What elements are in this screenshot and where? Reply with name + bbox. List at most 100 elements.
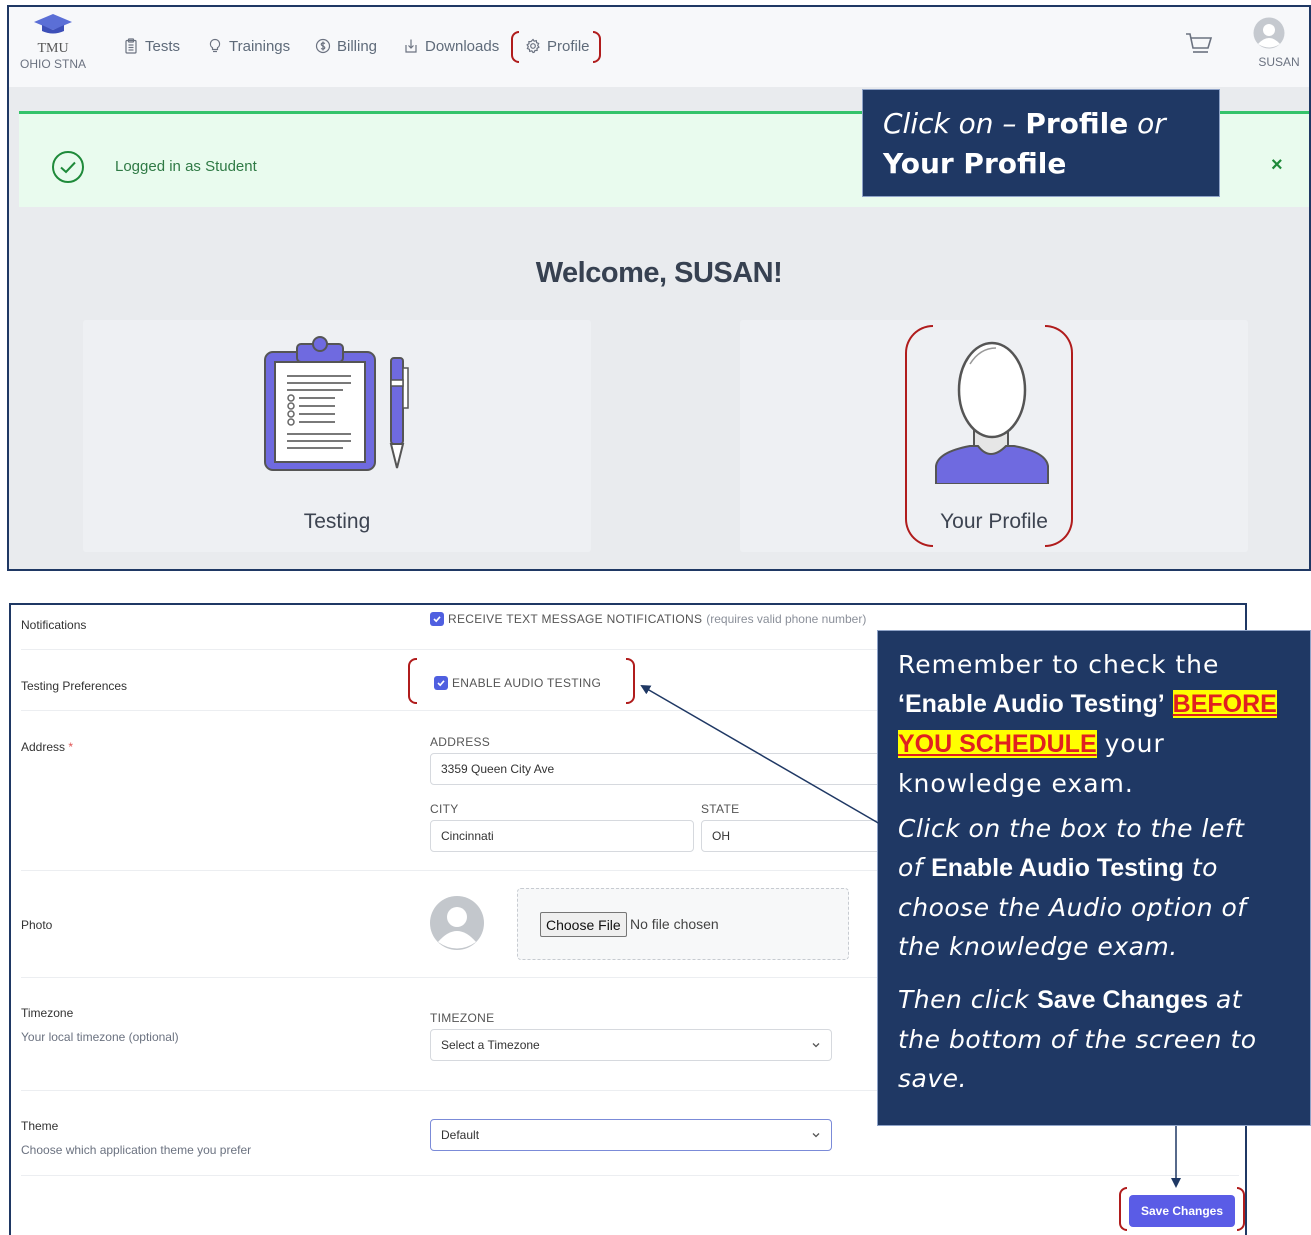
theme-sublabel: Choose which application theme you prefe…: [21, 1143, 252, 1157]
nav-tests-label: Tests: [145, 37, 181, 55]
callout-text: your: [1104, 729, 1165, 758]
save-button[interactable]: Save Changes: [1129, 1195, 1235, 1227]
annotation-bracket-left: [905, 325, 933, 547]
your-profile-card[interactable]: Your Profile: [740, 320, 1248, 552]
photo-dropzone[interactable]: Choose File No file chosen: [517, 888, 849, 960]
annotation-bracket-left: [408, 658, 417, 704]
timezone-caption: TIMEZONE: [430, 1011, 495, 1025]
instruction-callout-profile: Click on – Profile or Your Profile: [862, 89, 1220, 197]
avatar[interactable]: [1253, 17, 1285, 49]
callout-highlight: YOU SCHEDULE: [898, 730, 1097, 758]
annotation-bracket-right: [593, 31, 601, 63]
notifications-label: Notifications: [21, 618, 87, 632]
callout-text: Enable Audio Testing: [931, 854, 1184, 882]
download-icon: [405, 39, 417, 53]
nav-downloads-label: Downloads: [425, 37, 500, 55]
welcome-heading: Welcome, SUSAN!: [535, 257, 783, 289]
notifications-checkbox-row: RECEIVE TEXT MESSAGE NOTIFICATIONS (requ…: [430, 612, 866, 626]
graduation-cap-icon: [34, 14, 72, 34]
check-icon: [437, 680, 445, 687]
user-name[interactable]: SUSAN: [1249, 55, 1309, 69]
nav-billing-label: Billing: [337, 37, 378, 55]
annotation-bracket-right: [1045, 325, 1073, 547]
card-label: Your Profile: [940, 510, 1048, 533]
annotation-bracket-left: [511, 31, 519, 63]
checkbox-hint: (requires valid phone number): [706, 612, 867, 626]
person-illustration: [935, 341, 1049, 484]
annotation-bracket-right: [1237, 1187, 1245, 1231]
annotation-bracket-right: [626, 658, 635, 704]
nav-downloads[interactable]: Downloads: [403, 35, 499, 57]
callout-text: knowledge exam.: [898, 769, 1134, 798]
testing-card[interactable]: Testing: [83, 320, 591, 552]
testing-preferences-label: Testing Preferences: [21, 679, 128, 693]
logo[interactable]: TMU OHIO STNA: [17, 13, 89, 83]
state-value: OH: [712, 829, 730, 843]
callout-text: to: [1191, 853, 1218, 882]
city-input[interactable]: Cincinnati: [430, 820, 694, 852]
address-label: Address *: [21, 740, 73, 754]
nav-trainings[interactable]: Trainings: [207, 35, 290, 57]
theme-value: Default: [441, 1128, 480, 1142]
photo-avatar: [430, 896, 484, 950]
timezone-label: Timezone: [21, 1006, 74, 1020]
logo-subtext: OHIO STNA: [19, 57, 86, 71]
address-caption: ADDRESS: [430, 735, 491, 749]
photo-label: Photo: [21, 918, 53, 932]
clipboard-pen-illustration: [264, 336, 409, 471]
callout-highlight: BEFORE: [1172, 690, 1277, 718]
address-input[interactable]: 3359 Queen City Ave: [430, 753, 890, 785]
text-notifications-checkbox[interactable]: [430, 612, 444, 626]
callout-text: Click on –: [883, 107, 1017, 140]
required-mark: *: [68, 740, 74, 754]
audio-testing-checkbox-row: ENABLE AUDIO TESTING: [434, 676, 601, 690]
theme-select[interactable]: Default: [430, 1119, 832, 1151]
cart-icon[interactable]: [1185, 31, 1213, 57]
callout-text: choose the Audio option of: [898, 893, 1247, 922]
checkbox-label: RECEIVE TEXT MESSAGE NOTIFICATIONS: [448, 612, 703, 626]
nav-profile-label: Profile: [547, 37, 590, 55]
choose-file-button[interactable]: Choose File: [540, 912, 627, 937]
navbar: TMU OHIO STNA Tests Trainings Billing Do…: [9, 7, 1309, 87]
nav-billing[interactable]: Billing: [315, 35, 377, 57]
instruction-callout-audio: Remember to check the ‘Enable Audio Test…: [877, 630, 1311, 1126]
dollar-icon: [315, 38, 331, 54]
timezone-select[interactable]: Select a Timezone: [430, 1029, 832, 1061]
dashboard-screenshot: TMU OHIO STNA Tests Trainings Billing Do…: [7, 5, 1311, 571]
logo-text: TMU: [37, 41, 69, 56]
callout-text: the bottom of the screen to: [898, 1025, 1257, 1054]
callout-text: Remember to check the: [898, 650, 1220, 679]
callout-text: ‘Enable Audio Testing’: [898, 690, 1165, 718]
callout-text: the knowledge exam.: [898, 932, 1178, 961]
no-file-text: No file chosen: [630, 916, 719, 932]
callout-text: of: [898, 853, 924, 882]
callout-text: at: [1215, 985, 1243, 1014]
state-input[interactable]: OH: [701, 820, 890, 852]
callout-text: Your Profile: [883, 147, 1067, 180]
timezone-sublabel: Your local timezone (optional): [21, 1030, 179, 1044]
theme-label: Theme: [21, 1119, 59, 1133]
divider: [21, 1175, 1239, 1176]
callout-text: Click on the box to the left: [898, 814, 1245, 843]
chevron-down-icon: [812, 1043, 820, 1048]
callout-text: or: [1137, 107, 1166, 140]
address-value: 3359 Queen City Ave: [441, 762, 555, 776]
chevron-down-icon: [812, 1133, 820, 1138]
callout-text: Then click: [898, 985, 1030, 1014]
card-label: Testing: [303, 510, 371, 533]
city-caption: CITY: [430, 802, 459, 816]
nav-profile[interactable]: Profile: [525, 35, 590, 57]
nav-tests[interactable]: Tests: [123, 35, 180, 57]
close-icon[interactable]: ×: [1271, 154, 1283, 177]
enable-audio-testing-checkbox[interactable]: [434, 676, 448, 690]
city-value: Cincinnati: [441, 829, 494, 843]
clipboard-icon: [125, 38, 137, 54]
gear-icon: [526, 38, 540, 54]
check-icon: [433, 616, 441, 623]
check-circle-icon: [52, 151, 84, 183]
checkbox-label: ENABLE AUDIO TESTING: [452, 676, 602, 690]
lightbulb-icon: [209, 38, 221, 53]
callout-text: Profile: [1025, 107, 1129, 140]
annotation-bracket-left: [1119, 1187, 1127, 1231]
callout-text: save.: [898, 1064, 967, 1093]
